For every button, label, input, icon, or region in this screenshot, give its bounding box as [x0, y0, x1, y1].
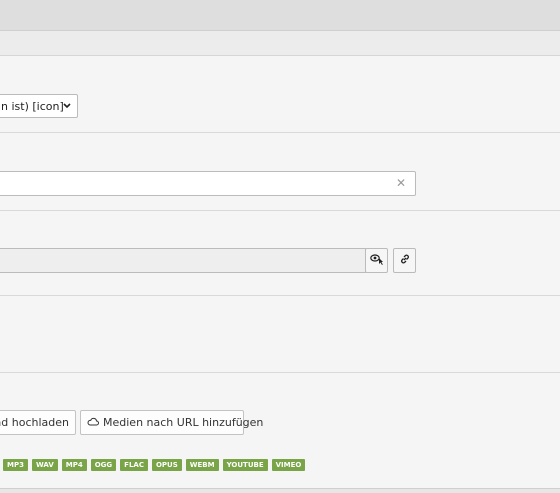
chevron-down-icon — [62, 100, 72, 112]
close-icon[interactable]: ✕ — [396, 176, 406, 190]
add-by-url-label: Medien nach URL hinzufügen — [103, 416, 264, 429]
format-badge: WEBM — [185, 459, 219, 471]
section-divider — [0, 372, 560, 373]
eye-pointer-icon — [369, 253, 384, 268]
allowed-formats: MP3 WAV MP4 OGG FLAC OPUS WEBM YOUTUBE V… — [3, 459, 306, 471]
format-badge: OGG — [90, 459, 117, 471]
format-badge: VIMEO — [271, 459, 306, 471]
select-and-upload-button[interactable]: und hochladen — [0, 410, 76, 435]
upload-button-label: und hochladen — [0, 416, 69, 429]
link-wizard-button[interactable] — [365, 248, 388, 273]
link-browser-button[interactable] — [393, 248, 416, 273]
link-icon — [399, 253, 411, 268]
type-select[interactable]: n ist) [icon] — [0, 94, 78, 118]
link-input[interactable] — [0, 248, 366, 273]
format-badge: YOUTUBE — [222, 459, 268, 471]
section-divider — [0, 210, 560, 211]
module-subheader-bar — [0, 31, 560, 56]
format-badge: WAV — [31, 459, 58, 471]
cloud-icon — [87, 416, 99, 429]
section-divider — [0, 132, 560, 133]
panel-bottom-edge — [0, 488, 560, 493]
type-select-value: n ist) [icon] — [1, 99, 64, 113]
format-badge: OPUS — [151, 459, 182, 471]
format-badge: FLAC — [120, 459, 148, 471]
title-input[interactable]: ✕ — [0, 171, 416, 196]
format-badge: MP3 — [3, 459, 28, 471]
section-divider — [0, 295, 560, 296]
format-badge: MP4 — [61, 459, 87, 471]
add-media-by-url-button[interactable]: Medien nach URL hinzufügen — [80, 410, 263, 435]
module-header-bar — [0, 0, 560, 31]
